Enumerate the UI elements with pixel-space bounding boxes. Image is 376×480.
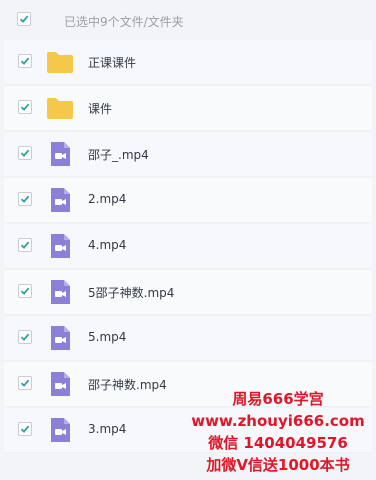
check-icon: [19, 15, 29, 23]
file-name[interactable]: 2.mp4: [88, 192, 126, 206]
selection-header: 已选中9个文件/文件夹: [0, 0, 376, 40]
file-checkbox[interactable]: [18, 376, 32, 390]
file-row[interactable]: 2.mp4: [4, 178, 372, 223]
select-all-checkbox[interactable]: [17, 12, 31, 26]
file-checkbox[interactable]: [18, 284, 32, 298]
file-checkbox[interactable]: [18, 192, 32, 206]
check-icon: [20, 425, 30, 433]
file-checkbox[interactable]: [18, 100, 32, 114]
file-name[interactable]: 邵子神数.mp4: [88, 376, 167, 393]
file-name[interactable]: 邵子_.mp4: [88, 146, 149, 163]
file-row[interactable]: 4.mp4: [4, 224, 372, 269]
file-name[interactable]: 5.mp4: [88, 330, 126, 344]
check-icon: [20, 57, 30, 65]
file-name[interactable]: 课件: [88, 100, 112, 117]
video-file-icon: [46, 186, 74, 214]
video-file-icon: [46, 232, 74, 260]
watermark-line-4: 加微V信送1000本书: [206, 456, 350, 474]
check-icon: [20, 103, 30, 111]
file-checkbox[interactable]: [18, 330, 32, 344]
file-name[interactable]: 3.mp4: [88, 422, 126, 436]
folder-icon: [46, 48, 74, 76]
file-name[interactable]: 5邵子神数.mp4: [88, 284, 174, 301]
video-file-icon: [46, 140, 74, 168]
video-file-icon: [46, 278, 74, 306]
file-row[interactable]: 课件: [4, 86, 372, 131]
file-checkbox[interactable]: [18, 422, 32, 436]
selection-count-label: 已选中9个文件/文件夹: [64, 15, 184, 29]
file-checkbox[interactable]: [18, 238, 32, 252]
watermark: 周易666学宫 www.zhouyi666.com 微信 1404049576 …: [180, 388, 376, 476]
file-name[interactable]: 4.mp4: [88, 238, 126, 252]
check-icon: [20, 195, 30, 203]
file-checkbox[interactable]: [18, 54, 32, 68]
watermark-line-2: www.zhouyi666.com: [191, 412, 365, 430]
file-row[interactable]: 正课课件: [4, 40, 372, 85]
file-row[interactable]: 5邵子神数.mp4: [4, 270, 372, 315]
video-file-icon: [46, 370, 74, 398]
file-row[interactable]: 邵子_.mp4: [4, 132, 372, 177]
check-icon: [20, 149, 30, 157]
file-name[interactable]: 正课课件: [88, 54, 136, 71]
watermark-line-1: 周易666学宫: [232, 390, 324, 408]
file-row[interactable]: 5.mp4: [4, 316, 372, 361]
check-icon: [20, 241, 30, 249]
watermark-line-3: 微信 1404049576: [208, 434, 348, 452]
video-file-icon: [46, 324, 74, 352]
check-icon: [20, 333, 30, 341]
video-file-icon: [46, 416, 74, 444]
check-icon: [20, 287, 30, 295]
check-icon: [20, 379, 30, 387]
folder-icon: [46, 94, 74, 122]
file-checkbox[interactable]: [18, 146, 32, 160]
